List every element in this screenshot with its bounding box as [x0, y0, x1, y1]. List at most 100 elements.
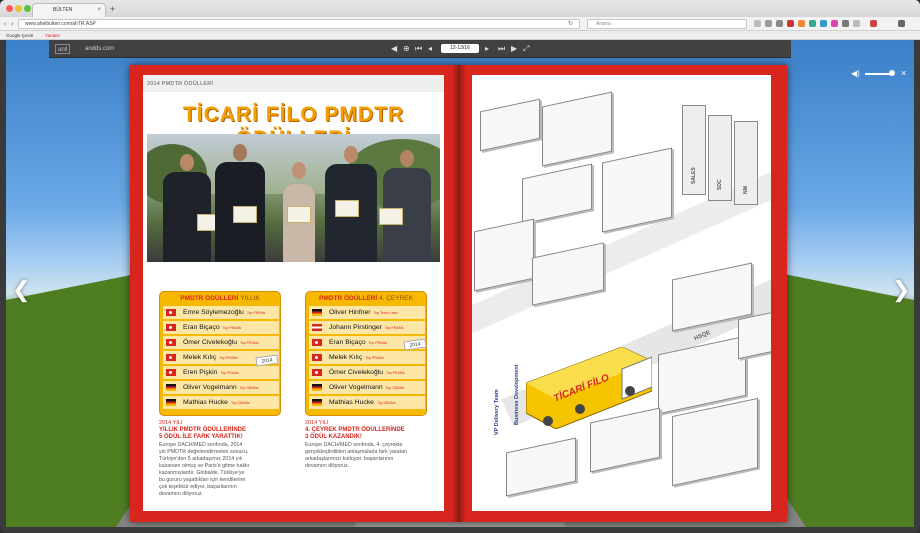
bookmark-google-translate[interactable]: Google Çeviri — [6, 31, 33, 40]
turkey-flag-icon — [166, 309, 176, 316]
yearly-year-label: 2014 YILI — [159, 420, 183, 426]
right-page[interactable]: SALES SDC NM VP Delivery Team Business D… — [458, 65, 787, 522]
first-page-icon[interactable]: ⏮ — [415, 43, 422, 54]
paper-stack — [542, 91, 612, 167]
close-window-button[interactable] — [6, 5, 13, 12]
germany-flag-icon — [166, 384, 176, 391]
q4-year-label: 2014 YILI — [305, 420, 329, 426]
page-number-left: 12 — [144, 503, 151, 509]
germany-flag-icon — [166, 399, 176, 406]
search-placeholder: Arama — [596, 21, 611, 27]
bookmark-star-icon[interactable] — [754, 20, 761, 27]
flipbook-viewer: anll andds.com ◀ ⊕ ⏮ ◂ 12-13/16 ▸ ⏭ ▶ ⤢ … — [6, 40, 914, 527]
award-row: Eran Biçaço Top PRAMs — [163, 321, 279, 334]
vp-delivery-label: VP Delivery Team — [494, 389, 500, 435]
person — [379, 146, 433, 262]
volume-icon[interactable]: ◀) — [851, 68, 860, 79]
book-gutter — [452, 65, 466, 522]
sound-icon[interactable]: ◀ — [391, 43, 397, 54]
next-spread-arrow[interactable]: ❯ — [892, 278, 910, 302]
reload-icon[interactable]: ↻ — [568, 20, 573, 29]
url-bar[interactable]: www.ahelbulten.com/ahTR.ASP ↻ — [18, 19, 580, 29]
browser-window: BÜLTEN × + ‹ › www.ahelbulten.com/ahTR.A… — [0, 0, 920, 533]
award-row: Emre Söylemezoğlu Top PRAMs — [163, 306, 279, 319]
addon-icon[interactable] — [842, 20, 849, 27]
award-row: Mathias Hucke Top OBAMs — [163, 396, 279, 409]
forward-icon[interactable]: › — [11, 18, 14, 30]
addon-icon[interactable] — [870, 20, 877, 27]
minimize-window-button[interactable] — [15, 5, 22, 12]
fullscreen-icon[interactable]: ⤢ — [523, 43, 529, 54]
download-icon[interactable] — [776, 20, 783, 27]
award-row: Oliver Vogelmann Top OBAMs — [309, 381, 425, 394]
award-row: Johann Pirstinger Top PRAMs — [309, 321, 425, 334]
left-page[interactable]: 2014 PMDTR ÖDÜLLERİ TİCARİ FİLO PMDTR ÖD… — [130, 65, 458, 522]
zoom-in-icon[interactable]: ⊕ — [403, 43, 410, 54]
tab-title: BÜLTEN — [53, 7, 73, 13]
business-development-label: Business Development — [514, 364, 520, 425]
menu-icon[interactable] — [898, 20, 905, 27]
tab-strip: BÜLTEN × + — [0, 0, 920, 17]
turkey-flag-icon — [312, 354, 322, 361]
binder: SDC — [708, 115, 732, 201]
viewer-site[interactable]: andds.com — [85, 44, 114, 54]
award-row: Ömer Civelekoğlu Top PRAMs — [163, 336, 279, 349]
germany-flag-icon — [312, 309, 322, 316]
zoom-window-button[interactable] — [24, 5, 31, 12]
page-input[interactable]: 12-13/16 — [441, 44, 479, 53]
award-box-caption: PMDTR ÖDÜLLERİ YILLIK — [180, 295, 260, 302]
close-icon[interactable]: × — [901, 68, 906, 79]
browser-toolbar: ‹ › www.ahelbulten.com/ahTR.ASP ↻ Arama — [0, 17, 920, 31]
award-box-yearly: PMDTR ÖDÜLLERİ YILLIK Emre Söylemezoğlu T… — [159, 291, 281, 416]
addon-icon[interactable] — [798, 20, 805, 27]
section-label: 2014 PMDTR ÖDÜLLERİ — [147, 81, 214, 87]
year-stamp: 2014 — [255, 354, 279, 367]
yearly-body-text: Europe DACH/MED sınıfında, 2014 yılı PMD… — [159, 442, 250, 497]
left-page-content: 2014 PMDTR ÖDÜLLERİ TİCARİ FİLO PMDTR ÖD… — [143, 75, 444, 511]
binder: NM — [734, 121, 758, 205]
paper-stack — [532, 242, 604, 306]
paper-stack — [522, 163, 592, 225]
back-icon[interactable]: ‹ — [4, 18, 7, 30]
turkey-flag-icon — [312, 369, 322, 376]
addon-icon[interactable] — [820, 20, 827, 27]
person — [161, 150, 221, 262]
prev-page-icon[interactable]: ◂ — [428, 43, 432, 54]
yearly-headline: YILLIK PMDTR ÖDÜLLERİNDE 5 ÖDÜL İLE FARK… — [159, 427, 246, 440]
person — [277, 158, 321, 262]
award-row: Ömer Civelekoğlu Top PRAMs — [309, 366, 425, 379]
addon-icon[interactable] — [787, 20, 794, 27]
paper-stack — [602, 147, 672, 233]
volume-control: ◀) × — [851, 68, 911, 80]
page-number-right: 13 — [758, 503, 765, 509]
award-box-caption: PMDTR ÖDÜLLERİ 4. ÇEYREK — [319, 295, 413, 302]
award-row: Mathias Hucke Top OBAMs — [309, 396, 425, 409]
library-icon[interactable] — [765, 20, 772, 27]
tab-bulten[interactable]: BÜLTEN × — [32, 3, 106, 17]
paper-stack — [474, 218, 534, 292]
austria-flag-icon — [312, 324, 322, 331]
paper-stack — [506, 437, 576, 497]
addon-icon[interactable] — [809, 20, 816, 27]
q4-body-text: Europe DACH/MED sınıfında, 4. çeyrekte g… — [305, 442, 407, 469]
person — [213, 140, 267, 262]
addon-icon[interactable] — [831, 20, 838, 27]
turkey-flag-icon — [166, 339, 176, 346]
last-page-icon[interactable]: ⏭ — [498, 43, 505, 54]
tab-close-icon[interactable]: × — [97, 4, 101, 17]
url-text: www.ahelbulten.com/ahTR.ASP — [25, 21, 96, 27]
play-icon[interactable]: ▶ — [511, 43, 517, 54]
magazine-spread[interactable]: 2014 PMDTR ÖDÜLLERİ TİCARİ FİLO PMDTR ÖD… — [130, 65, 787, 522]
addon-icon[interactable] — [853, 20, 860, 27]
new-tab-button[interactable]: + — [110, 4, 115, 14]
search-input[interactable]: Arama — [587, 19, 747, 29]
award-row: Melek Kılıç Top PRAMs — [309, 351, 425, 364]
next-page-icon[interactable]: ▸ — [485, 43, 489, 54]
volume-handle[interactable] — [889, 70, 895, 76]
bookmark-yandex[interactable]: Yandex — [45, 31, 60, 40]
viewer-logo: anll — [55, 44, 71, 54]
paper-stack — [738, 310, 771, 360]
binder: SALES — [682, 105, 706, 195]
award-row: Oliver Vogelmann Top OBAMs — [163, 381, 279, 394]
prev-spread-arrow[interactable]: ❮ — [12, 278, 30, 302]
